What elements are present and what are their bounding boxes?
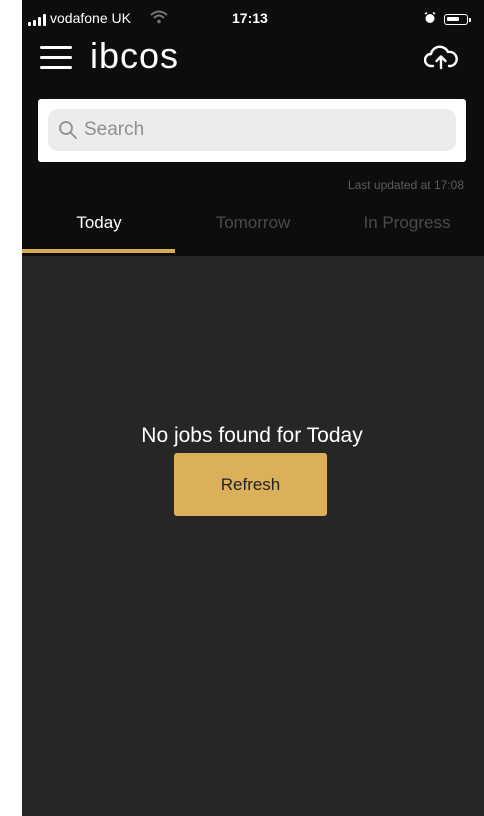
wifi-icon	[150, 10, 168, 24]
status-time: 17:13	[232, 10, 268, 26]
app-header: vodafone UK 17:13 ibcos Search Last upda…	[22, 0, 484, 256]
carrier-name: vodafone UK	[50, 10, 131, 26]
cloud-upload-icon[interactable]	[424, 44, 458, 72]
signal-strength-icon	[28, 14, 48, 26]
active-tab-indicator	[22, 249, 175, 253]
refresh-button[interactable]: Refresh	[174, 453, 327, 516]
tab-today[interactable]: Today	[22, 200, 176, 252]
search-icon	[59, 121, 77, 139]
app-screen: vodafone UK 17:13 ibcos Search Last upda…	[22, 0, 484, 816]
ibcos-logo: ibcos	[90, 35, 180, 76]
search-box[interactable]	[48, 109, 456, 151]
last-updated-text: Last updated at 17:08	[347, 178, 464, 192]
tab-bar: Today Tomorrow In Progress	[22, 200, 484, 256]
tab-tomorrow[interactable]: Tomorrow	[176, 200, 330, 252]
alarm-icon	[424, 12, 436, 23]
battery-icon	[444, 14, 471, 25]
empty-state-message: No jobs found for Today	[141, 424, 363, 447]
hamburger-menu-icon[interactable]	[40, 44, 74, 72]
tab-in-progress[interactable]: In Progress	[330, 200, 484, 252]
search-input[interactable]	[84, 109, 444, 151]
search-panel	[38, 99, 466, 162]
status-bar: vodafone UK 17:13	[22, 6, 484, 32]
